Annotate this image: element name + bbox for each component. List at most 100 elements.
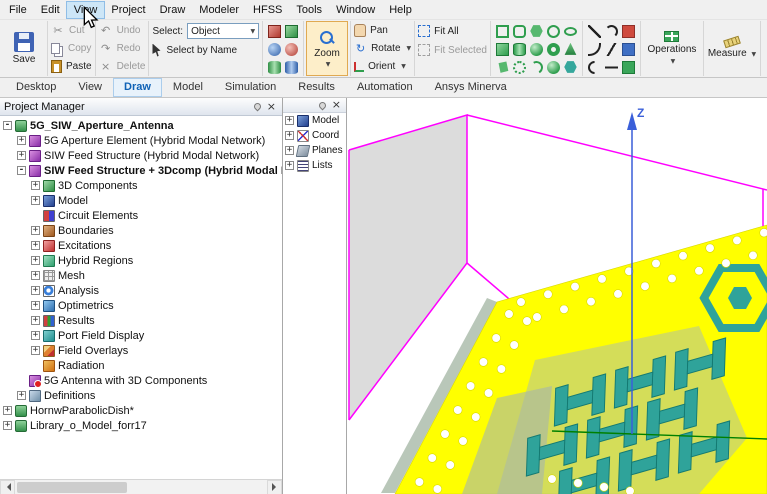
tab-model[interactable]: Model: [163, 79, 213, 96]
tab-simulation[interactable]: Simulation: [215, 79, 286, 96]
tree-expander[interactable]: +: [31, 226, 40, 235]
tree-node[interactable]: 5G Antenna with 3D Components: [0, 373, 282, 388]
copy-button[interactable]: Copy: [51, 40, 92, 57]
tree-expander[interactable]: +: [31, 316, 40, 325]
tree-node[interactable]: +HornwParabolicDish*: [0, 403, 282, 418]
tab-view[interactable]: View: [68, 79, 112, 96]
operations-button[interactable]: Operations ▼: [644, 22, 700, 75]
draw-user-defined-model-icon[interactable]: [564, 61, 577, 74]
menu-modeler[interactable]: Modeler: [192, 2, 246, 18]
model-tree-node[interactable]: +Planes: [283, 143, 346, 158]
tree-expander[interactable]: +: [31, 256, 40, 265]
paste-button[interactable]: Paste: [51, 58, 92, 75]
draw-spline-icon[interactable]: [588, 43, 601, 56]
tree-expander[interactable]: +: [31, 301, 40, 310]
tree-expander[interactable]: +: [31, 196, 40, 205]
draw-cylinder-icon[interactable]: [513, 43, 526, 56]
tab-draw[interactable]: Draw: [114, 79, 161, 96]
tree-node[interactable]: -SIW Feed Structure + 3Dcomp (Hybrid Mod…: [0, 163, 282, 178]
zoom-button[interactable]: Zoom ▼: [307, 22, 347, 75]
tree-node[interactable]: Circuit Elements: [0, 208, 282, 223]
tree-node[interactable]: Radiation: [0, 358, 282, 373]
tab-ansys-minerva[interactable]: Ansys Minerva: [425, 79, 517, 96]
tree-expander[interactable]: -: [3, 121, 12, 130]
tree-expander[interactable]: +: [285, 161, 294, 170]
tree-node[interactable]: -5G_SIW_Aperture_Antenna: [0, 118, 282, 133]
fit-selected-button[interactable]: Fit Selected: [418, 41, 487, 59]
pin-icon[interactable]: [317, 100, 327, 110]
tree-node[interactable]: +Mesh: [0, 268, 282, 283]
tree-expander[interactable]: +: [31, 286, 40, 295]
tree-node[interactable]: +5G Aperture Element (Hybrid Modal Netwo…: [0, 133, 282, 148]
filter-points-icon[interactable]: [285, 43, 298, 56]
menu-view[interactable]: View: [67, 2, 105, 18]
tree-expander[interactable]: +: [285, 131, 294, 140]
draw-cone-icon[interactable]: [564, 43, 577, 56]
tree-node[interactable]: +Definitions: [0, 388, 282, 403]
draw-sphere-icon[interactable]: [530, 43, 543, 56]
3d-viewport[interactable]: Z: [347, 98, 767, 494]
pan-button[interactable]: Pan: [354, 22, 411, 39]
tree-node[interactable]: +Hybrid Regions: [0, 253, 282, 268]
boolean-tool-icon[interactable]: [622, 61, 635, 74]
scrollbar-track[interactable]: [15, 480, 267, 494]
tree-node[interactable]: +SIW Feed Structure (Hybrid Modal Networ…: [0, 148, 282, 163]
tree-node[interactable]: +Boundaries: [0, 223, 282, 238]
tab-automation[interactable]: Automation: [347, 79, 423, 96]
orient-button[interactable]: Orient ▼: [354, 58, 411, 75]
draw-rectangle-icon[interactable]: [496, 25, 509, 38]
close-icon[interactable]: ×: [265, 102, 278, 112]
sweep-tool-icon[interactable]: [622, 25, 635, 38]
draw-helix-icon[interactable]: [513, 61, 526, 74]
draw-center-arc-icon[interactable]: [585, 58, 603, 76]
tree-expander[interactable]: -: [17, 166, 26, 175]
tree-expander[interactable]: +: [17, 391, 26, 400]
menu-hfss[interactable]: HFSS: [246, 2, 289, 18]
delete-button[interactable]: × Delete: [99, 58, 146, 75]
tree-expander[interactable]: +: [31, 346, 40, 355]
menu-tools[interactable]: Tools: [289, 2, 329, 18]
pin-icon[interactable]: [252, 102, 262, 112]
tree-expander[interactable]: +: [17, 136, 26, 145]
draw-polyline-icon[interactable]: [605, 43, 618, 56]
fit-all-button[interactable]: Fit All: [418, 22, 487, 40]
tab-results[interactable]: Results: [288, 79, 345, 96]
tree-node[interactable]: +Excitations: [0, 238, 282, 253]
model-tree-node[interactable]: +Model: [283, 113, 346, 128]
tree-expander[interactable]: +: [3, 406, 12, 415]
menu-file[interactable]: File: [2, 2, 34, 18]
tree-expander[interactable]: +: [17, 151, 26, 160]
tree-expander[interactable]: +: [31, 271, 40, 280]
tree-node[interactable]: +Analysis: [0, 283, 282, 298]
draw-torus-icon[interactable]: [547, 43, 560, 56]
scroll-left-button[interactable]: [0, 480, 15, 494]
close-icon[interactable]: ×: [330, 100, 343, 110]
tree-node[interactable]: +Results: [0, 313, 282, 328]
draw-line-icon[interactable]: [588, 25, 601, 38]
redo-button[interactable]: ↷ Redo: [99, 40, 146, 57]
draw-three-point-arc-icon[interactable]: [605, 25, 618, 38]
draw-box-icon[interactable]: [496, 43, 509, 56]
undo-button[interactable]: ↶ Undo: [99, 22, 146, 39]
measure-button[interactable]: Measure ▼: [707, 22, 757, 75]
menu-draw[interactable]: Draw: [153, 2, 193, 18]
select-mode-dropdown[interactable]: Object ▼: [187, 23, 259, 39]
filter-edges-icon[interactable]: [285, 61, 298, 74]
draw-bondwire-icon[interactable]: [529, 59, 545, 75]
tree-node[interactable]: +3D Components: [0, 178, 282, 193]
tree-expander[interactable]: +: [3, 421, 12, 430]
filter-lines-icon[interactable]: [268, 43, 281, 56]
filter-faces-icon[interactable]: [268, 61, 281, 74]
draw-segment-icon[interactable]: [605, 61, 618, 74]
draw-circle-icon[interactable]: [547, 25, 560, 38]
save-button[interactable]: Save: [4, 22, 44, 75]
scrollbar-thumb[interactable]: [17, 482, 127, 493]
model-tree-node[interactable]: +Coord: [283, 128, 346, 143]
tree-node[interactable]: +Library_o_Model_forr17: [0, 418, 282, 433]
filter-solids-icon[interactable]: [268, 25, 281, 38]
menu-help[interactable]: Help: [382, 2, 419, 18]
menu-edit[interactable]: Edit: [34, 2, 67, 18]
tree-expander[interactable]: +: [285, 116, 294, 125]
menu-window[interactable]: Window: [329, 2, 382, 18]
tree-expander[interactable]: +: [31, 181, 40, 190]
